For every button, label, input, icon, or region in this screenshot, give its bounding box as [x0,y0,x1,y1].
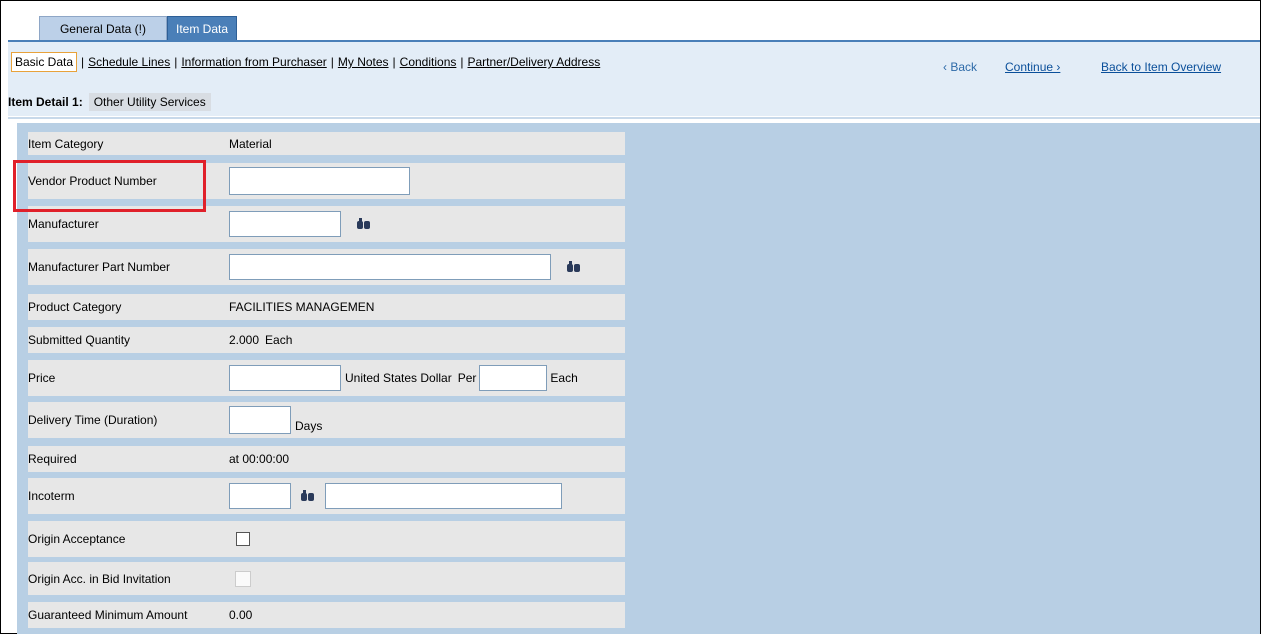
row-product-category: Product Category FACILITIES MANAGEMEN [28,294,625,320]
link-information-from-purchaser[interactable]: Information from Purchaser [181,55,326,69]
separator: | [174,55,178,69]
link-schedule-lines[interactable]: Schedule Lines [88,55,170,69]
price-per-input[interactable] [479,365,548,391]
required-value: at 00:00:00 [229,452,290,466]
delivery-time-input[interactable] [229,406,291,434]
row-delivery-time: Delivery Time (Duration) Days [28,402,625,438]
row-manufacturer-part-number: Manufacturer Part Number [28,249,625,285]
price-input[interactable] [229,365,341,391]
price-value: United States Dollar Per Each [229,365,578,391]
binoculars-search-icon[interactable] [357,218,371,230]
back-link[interactable]: ‹ Back [943,60,977,74]
row-guaranteed-minimum: Guaranteed Minimum Amount 0.00 [28,602,625,628]
separator: | [392,55,396,69]
row-incoterm: Incoterm [28,478,625,514]
vendor-product-number-input[interactable] [229,167,410,195]
separator: | [81,55,85,69]
manufacturer-value [229,211,371,237]
separator: | [330,55,334,69]
submitted-quantity-value: 2.000 Each [229,333,292,347]
binoculars-search-icon[interactable] [567,261,581,273]
row-required: Required at 00:00:00 [28,446,625,472]
product-category-label: Product Category [28,300,122,314]
origin-acc-bid-label: Origin Acc. in Bid Invitation [28,571,171,586]
item-detail-value: Other Utility Services [88,93,211,111]
row-price: Price United States Dollar Per Each [28,360,625,396]
row-item-category: Item Category Material [28,132,625,155]
origin-acc-bid-value [229,570,251,587]
origin-acc-bid-checkbox [235,570,251,587]
price-currency: United States Dollar [345,371,452,385]
manufacturer-part-number-value [229,254,581,280]
origin-acceptance-label: Origin Acceptance [28,532,126,546]
delivery-time-value: Days [229,406,322,434]
delivery-time-unit: Days [295,419,323,433]
manufacturer-label: Manufacturer [28,217,99,231]
row-origin-acc-bid: Origin Acc. in Bid Invitation [28,562,625,595]
vendor-product-number-value [229,167,410,195]
tab-strip: General Data (!) Item Data [39,16,237,40]
link-conditions[interactable]: Conditions [400,55,457,69]
price-unit: Each [550,371,578,385]
incoterm-label: Incoterm [28,489,75,503]
item-category-value: Material [229,136,272,151]
manufacturer-part-number-input[interactable] [229,254,551,280]
tab-general-data[interactable]: General Data (!) [39,16,167,40]
item-detail-label: Item Detail 1: [8,95,83,109]
divider [8,117,1260,119]
guaranteed-minimum-value: 0.00 [229,608,253,622]
delivery-time-label: Delivery Time (Duration) [28,413,158,427]
link-basic-data[interactable]: Basic Data [11,52,78,72]
origin-acceptance-value [229,532,250,546]
quantity-unit: Each [265,333,293,347]
tab-item-data[interactable]: Item Data [167,16,237,40]
link-partner-delivery-address[interactable]: Partner/Delivery Address [468,55,601,69]
submitted-quantity-label: Submitted Quantity [28,333,131,347]
quantity-number: 2.000 [229,333,260,347]
continue-link[interactable]: Continue › [1005,60,1060,74]
product-category-value: FACILITIES MANAGEMEN [229,300,375,314]
manufacturer-part-number-label: Manufacturer Part Number [28,260,171,274]
separator: | [460,55,464,69]
link-my-notes[interactable]: My Notes [338,55,389,69]
manufacturer-input[interactable] [229,211,341,237]
highlight-box [13,160,206,212]
incoterm-code-input[interactable] [229,483,291,509]
incoterm-value [229,483,562,509]
guaranteed-minimum-label: Guaranteed Minimum Amount [28,608,188,622]
binoculars-search-icon[interactable] [301,490,315,502]
required-label: Required [28,452,77,466]
price-per-label: Per [457,371,477,385]
incoterm-location-input[interactable] [325,483,562,509]
item-category-label: Item Category [28,136,104,151]
origin-acceptance-checkbox[interactable] [236,532,250,546]
subnav-bar: Basic Data | Schedule Lines | Informatio… [8,42,1260,88]
price-label: Price [28,371,56,385]
row-submitted-quantity: Submitted Quantity 2.000 Each [28,327,625,353]
row-origin-acceptance: Origin Acceptance [28,521,625,557]
subnav-links: Basic Data | Schedule Lines | Informatio… [11,52,600,72]
item-detail-header: Item Detail 1: Other Utility Services [8,88,1260,116]
back-to-item-overview-link[interactable]: Back to Item Overview [1101,60,1221,74]
